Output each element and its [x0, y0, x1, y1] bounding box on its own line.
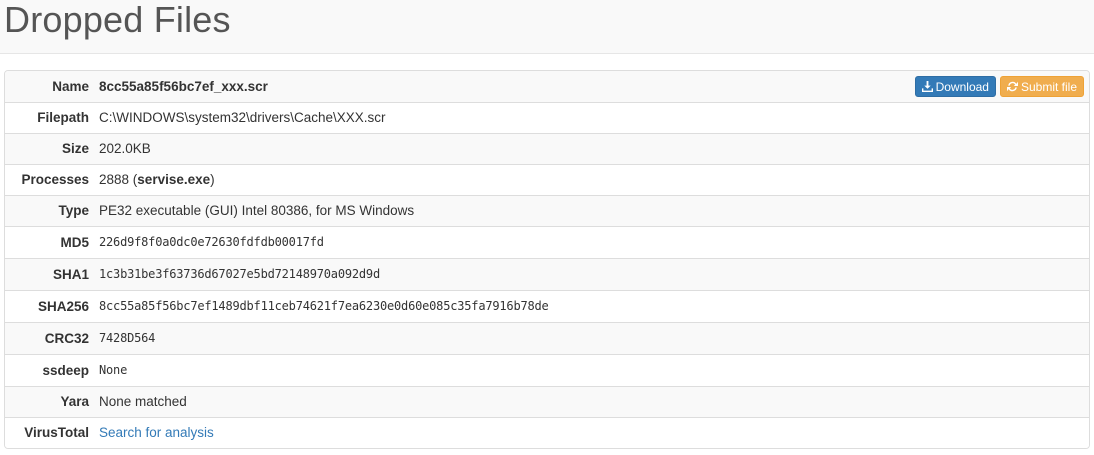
virustotal-search-link[interactable]: Search for analysis: [99, 425, 214, 440]
yara-value: None matched: [99, 394, 187, 409]
download-button[interactable]: Download: [914, 76, 996, 97]
sha256-value: 8cc55a85f56bc7ef1489dbf11ceb74621f7ea623…: [99, 299, 549, 313]
file-name: 8cc55a85f56bc7ef_xxx.scr: [99, 78, 268, 94]
yara-label: Yara: [60, 394, 89, 409]
row-sha1: SHA1 1c3b31be3f63736d67027e5bd72148970a0…: [5, 258, 1089, 290]
page-header: Dropped Files: [0, 0, 1094, 54]
crc32-value: 7428D564: [99, 331, 156, 345]
row-sha256: SHA256 8cc55a85f56bc7ef1489dbf11ceb74621…: [5, 290, 1089, 322]
row-name: Name 8cc55a85f56bc7ef_xxx.scr Download S…: [5, 71, 1089, 102]
ssdeep-value: None: [99, 363, 128, 377]
name-cell: 8cc55a85f56bc7ef_xxx.scr Download Submit…: [99, 71, 1089, 102]
row-md5: MD5 226d9f8f0a0dc0e72630fdfdb00017fd: [5, 226, 1089, 258]
sha256-label: SHA256: [37, 298, 89, 314]
type-value: PE32 executable (GUI) Intel 80386, for M…: [99, 203, 415, 218]
md5-label: MD5: [60, 234, 89, 250]
submit-file-button[interactable]: Submit file: [999, 76, 1084, 97]
virustotal-label: VirusTotal: [24, 425, 89, 441]
process-name: servise.exe: [137, 172, 211, 187]
file-details-table: Name 8cc55a85f56bc7ef_xxx.scr Download S…: [5, 71, 1089, 448]
size-value: 202.0KB: [99, 141, 151, 156]
crc32-label: CRC32: [44, 330, 89, 346]
row-ssdeep: ssdeep None: [5, 354, 1089, 386]
row-size: Size 202.0KB: [5, 133, 1089, 164]
md5-value: 226d9f8f0a0dc0e72630fdfdb00017fd: [99, 235, 324, 249]
dropped-file-panel: Name 8cc55a85f56bc7ef_xxx.scr Download S…: [4, 70, 1090, 449]
download-icon: [921, 81, 933, 92]
row-type: Type PE32 executable (GUI) Intel 80386, …: [5, 195, 1089, 226]
filepath-value: C:\WINDOWS\system32\drivers\Cache\XXX.sc…: [99, 110, 386, 125]
download-button-label: Download: [935, 79, 989, 94]
sha1-value: 1c3b31be3f63736d67027e5bd72148970a092d9d: [99, 267, 380, 281]
processes-label: Processes: [21, 172, 89, 187]
submit-file-button-label: Submit file: [1020, 79, 1077, 94]
size-label: Size: [61, 141, 89, 156]
sha1-label: SHA1: [52, 266, 89, 282]
refresh-icon: [1006, 81, 1018, 92]
processes-value: 2888 (servise.exe): [99, 172, 215, 187]
row-filepath: Filepath C:\WINDOWS\system32\drivers\Cac…: [5, 102, 1089, 133]
ssdeep-label: ssdeep: [42, 362, 89, 378]
row-crc32: CRC32 7428D564: [5, 322, 1089, 354]
row-processes: Processes 2888 (servise.exe): [5, 164, 1089, 195]
type-label: Type: [58, 203, 89, 218]
virustotal-cell: Search for analysis: [99, 417, 1089, 448]
file-actions: Download Submit file: [914, 76, 1084, 97]
name-label: Name: [52, 78, 89, 94]
filepath-label: Filepath: [37, 110, 89, 125]
page-title: Dropped Files: [4, 0, 231, 40]
process-pid: 2888: [99, 172, 130, 187]
row-virustotal: VirusTotal Search for analysis: [5, 417, 1089, 448]
row-yara: Yara None matched: [5, 386, 1089, 417]
